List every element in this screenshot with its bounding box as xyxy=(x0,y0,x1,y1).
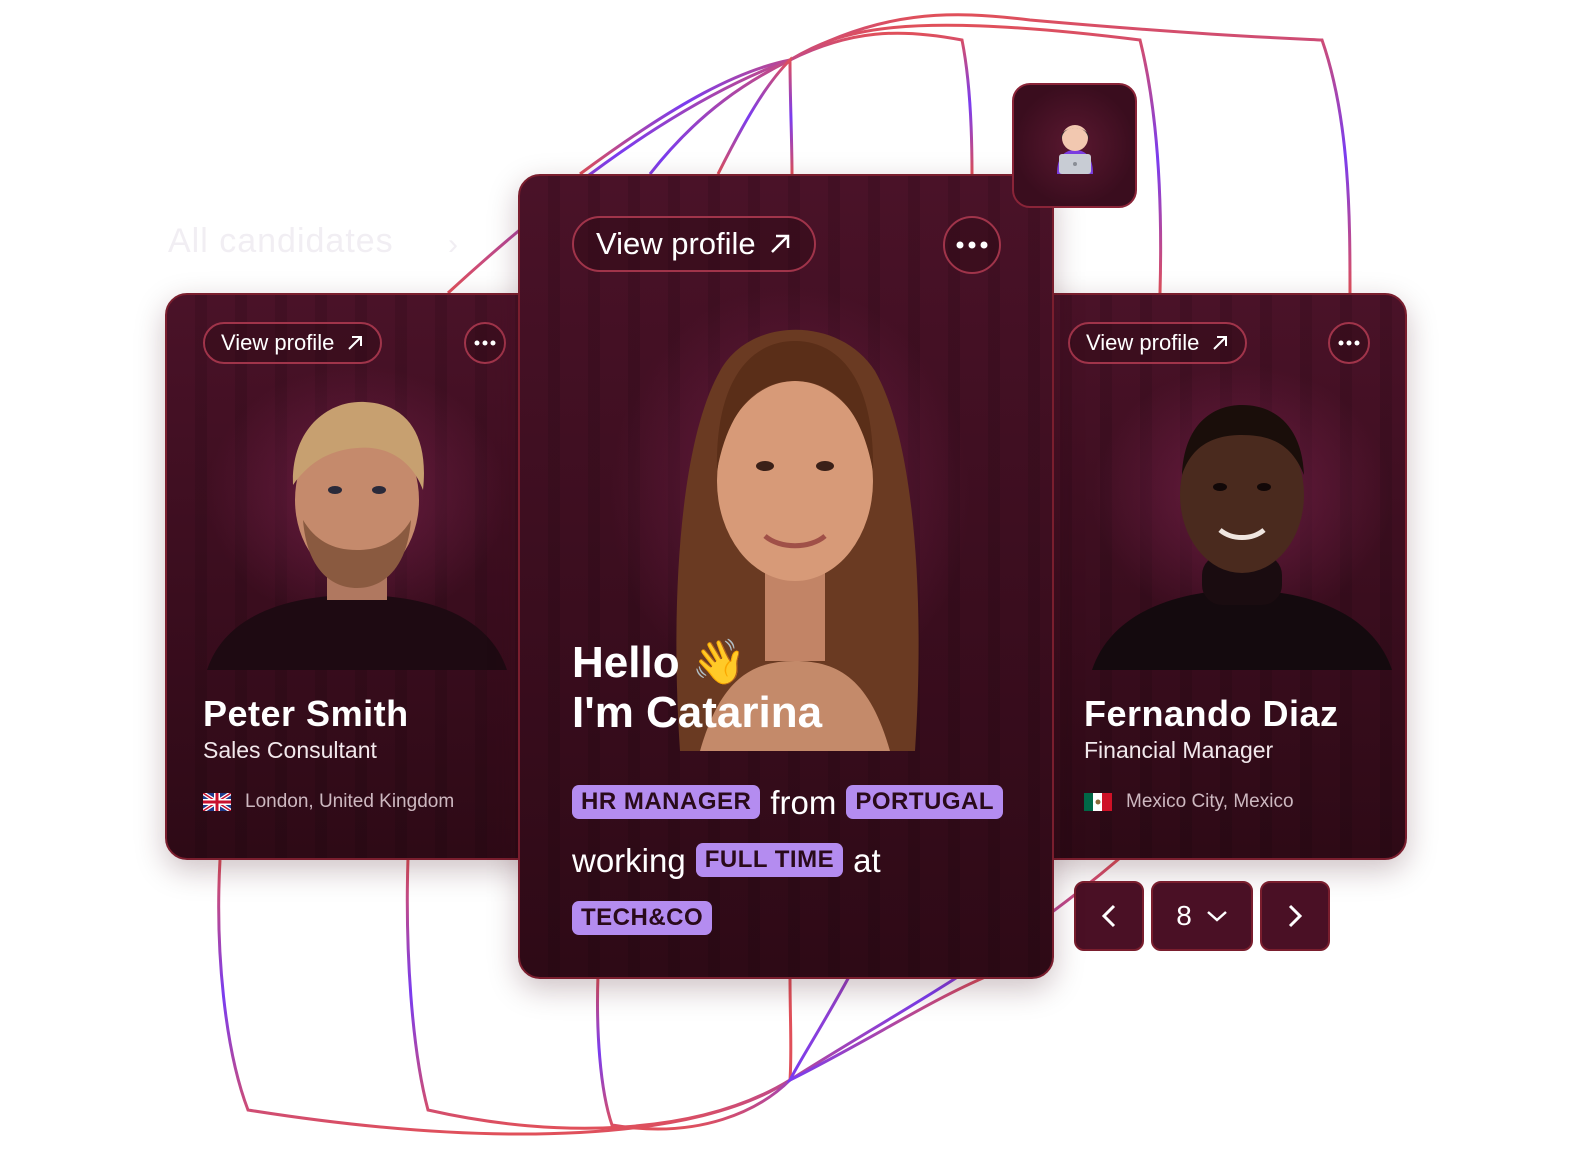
candidate-role: Financial Manager xyxy=(1084,737,1274,763)
candidate-summary: HR MANAGER from PORTUGAL working FULL TIME a… xyxy=(572,772,1012,943)
word-from: from xyxy=(770,783,837,821)
more-options-button[interactable] xyxy=(1328,322,1370,364)
view-profile-button[interactable]: View profile xyxy=(203,322,383,364)
candidate-role: Sales Consultant xyxy=(203,737,377,763)
arrow-up-right-icon xyxy=(1213,336,1228,350)
more-options-button[interactable] xyxy=(464,322,506,364)
portrait-fernando xyxy=(1092,405,1392,670)
candidate-name: Peter Smith xyxy=(203,693,409,734)
candidate-card-fernando[interactable]: View profile Fernando Diaz Financial Man… xyxy=(1030,293,1407,860)
arrow-up-right-icon xyxy=(770,234,789,253)
view-profile-button[interactable]: View profile xyxy=(1068,322,1248,364)
candidate-card-peter[interactable]: View profile Peter Smith Sales Consultan… xyxy=(165,293,544,860)
all-candidates-link[interactable]: All candidates xyxy=(168,222,394,261)
candidate-location: London, United Kingdom xyxy=(203,791,454,813)
candidate-name: Fernando Diaz xyxy=(1084,693,1339,734)
view-profile-button[interactable]: View profile xyxy=(572,216,816,272)
arrow-up-right-icon xyxy=(348,336,363,350)
more-dots-icon xyxy=(956,241,988,249)
candidate-card-catarina[interactable]: View profile Hello 👋 I'm Catarina HR MAN… xyxy=(518,174,1054,979)
previous-button[interactable] xyxy=(1074,881,1144,951)
chevron-right-icon: › xyxy=(448,228,458,261)
candidate-location: Mexico City, Mexico xyxy=(1084,791,1294,813)
chevron-right-icon xyxy=(1288,904,1303,928)
page-select[interactable]: 8 xyxy=(1151,881,1253,951)
more-dots-icon xyxy=(1338,340,1360,346)
greeting-line1: Hello xyxy=(572,638,680,687)
view-profile-label: View profile xyxy=(1086,330,1200,355)
company-tag: TECH&CO xyxy=(572,900,713,935)
word-working: working xyxy=(572,841,686,879)
woman-technologist-badge xyxy=(1012,83,1137,208)
location-label: London, United Kingdom xyxy=(245,791,455,812)
schedule-tag: FULL TIME xyxy=(695,843,844,878)
view-profile-label: View profile xyxy=(596,226,756,261)
greeting-line2: I'm Catarina xyxy=(572,688,823,737)
country-tag: PORTUGAL xyxy=(846,785,1003,820)
word-at: at xyxy=(853,841,881,879)
more-options-button[interactable] xyxy=(943,216,1001,274)
greeting: Hello 👋 I'm Catarina xyxy=(572,638,822,738)
location-label: Mexico City, Mexico xyxy=(1126,791,1294,812)
next-button[interactable] xyxy=(1260,881,1330,951)
portrait-peter xyxy=(207,401,507,670)
more-dots-icon xyxy=(474,340,496,346)
role-tag: HR MANAGER xyxy=(572,785,761,820)
mexico-flag-icon xyxy=(1084,793,1112,811)
waving-hand-icon: 👋 xyxy=(691,638,747,687)
chevron-left-icon xyxy=(1101,904,1116,928)
woman-technologist-icon xyxy=(1056,124,1093,174)
chevron-down-icon xyxy=(1206,911,1227,922)
page-number: 8 xyxy=(1176,900,1192,931)
uk-flag-icon xyxy=(203,793,231,811)
view-profile-label: View profile xyxy=(221,330,335,355)
